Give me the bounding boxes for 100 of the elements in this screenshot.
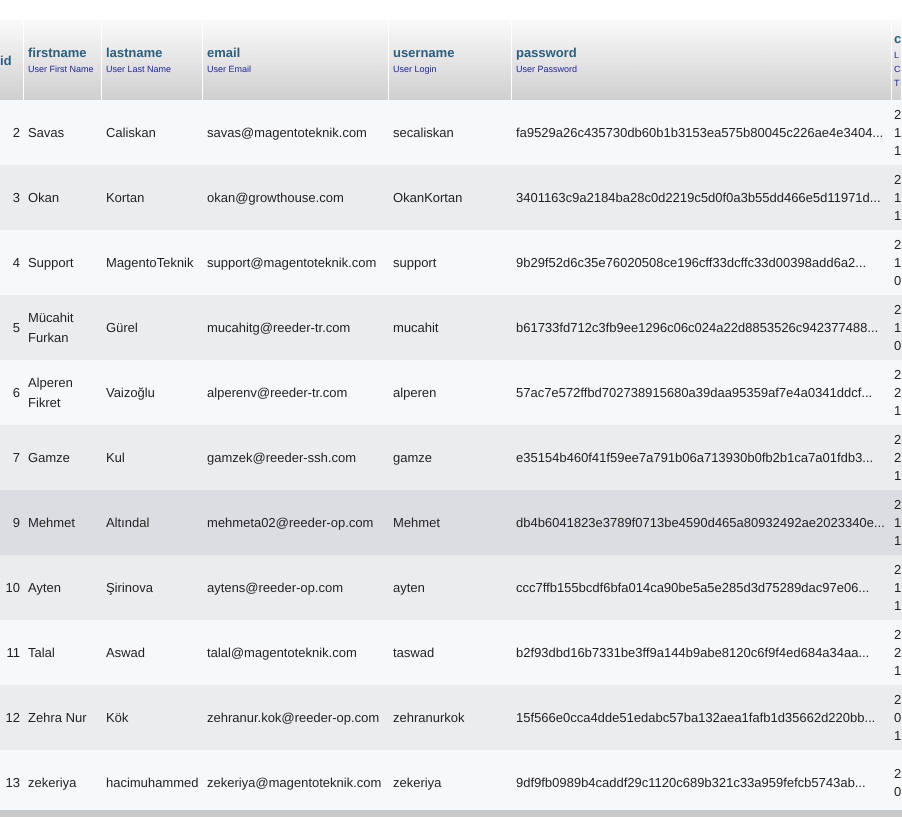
column-description: User Last Name bbox=[106, 62, 172, 76]
column-header[interactable]: id bbox=[0, 52, 19, 68]
table-cell-text: OkanKortan bbox=[393, 188, 462, 206]
table-cell-text: 3 bbox=[12, 188, 20, 206]
table-cell-text: MagentoTeknik bbox=[106, 254, 194, 272]
table-cell-text: b2f93dbd16b7331be3ff9a144b9abe8120c6f9f4ed684a34aa... bbox=[516, 644, 870, 662]
table-cell-text: Kortan bbox=[106, 188, 144, 206]
table-cell-text: okan@growthouse.com bbox=[207, 188, 344, 207]
table-cell-text: gamze bbox=[393, 448, 432, 467]
table-cell-text: 6 bbox=[12, 384, 20, 402]
table-cell-text: alperen bbox=[393, 384, 436, 402]
column-header[interactable]: firstname bbox=[28, 44, 97, 60]
table-cell-text: zehranur.kok@reeder-op.com bbox=[207, 708, 380, 727]
table-cell-text: aytens@reeder-op.com bbox=[207, 578, 344, 597]
table-cell-text: gamzek@reeder-ssh.com bbox=[207, 448, 356, 467]
table-cell: 2 0 1 bbox=[894, 690, 902, 744]
table-cell-text: secaliskan bbox=[393, 124, 454, 142]
column-header[interactable]: email bbox=[207, 44, 384, 60]
column-description: User Email bbox=[207, 62, 252, 76]
table-cell-text: 9 bbox=[12, 514, 20, 532]
column-header[interactable]: username bbox=[393, 44, 507, 60]
table-row[interactable]: 3 Okan Kortan okan@growthouse.com OkanKortan 3401163c9a2184ba28c0d2219c5d0f0a3b55dd466e5d11971d... 2 1 1 bbox=[0, 165, 902, 230]
table-cell-text: 5 bbox=[12, 318, 20, 336]
table-cell-text: db4b6041823e3789f0713be4590d465a80932492ae2023340e... bbox=[516, 514, 885, 532]
table-cell-text: 9b29f52d6c35e76020508ce196cff33dcffc33d00398add6a2... bbox=[516, 254, 866, 272]
table-cell-text: 10 bbox=[6, 578, 20, 596]
table-cell-text: 7 bbox=[12, 448, 20, 466]
table-cell: 2 1 1 bbox=[894, 560, 902, 614]
table-cell-text: 3401163c9a2184ba28c0d2219c5d0f0a3b55dd466e5d11971d... bbox=[516, 188, 881, 206]
table-cell-text: zehranurkok bbox=[393, 708, 465, 726]
column-description: User Login bbox=[393, 62, 438, 76]
table-cell-text: Aswad bbox=[106, 644, 146, 662]
table-cell-text: 57ac7e572ffbd702738915680a39daa95359af7e4a0341ddcf... bbox=[516, 384, 872, 402]
table-cell: 2 1 0 bbox=[894, 300, 902, 354]
table-cell-text: 13 bbox=[6, 774, 20, 792]
table-cell-text: Kök bbox=[106, 708, 128, 726]
table-cell-text: taswad bbox=[393, 644, 434, 662]
table-cell-text: 4 bbox=[12, 254, 20, 272]
table-cell-text: Ayten bbox=[28, 578, 62, 597]
table-cell-text: b61733fd712c3fb9ee1296c06c024a22d8853526c942377488... bbox=[516, 318, 878, 336]
table-cell-text: Okan bbox=[28, 188, 60, 206]
table-cell-text: support bbox=[393, 254, 436, 272]
table-row[interactable]: 9 Mehmet Altındal mehmeta02@reeder-op.com Mehmet db4b6041823e3789f0713be4590d465a80932492ae2023340e... 2 1 1 bbox=[0, 490, 902, 555]
table-cell-text: Talal bbox=[28, 644, 55, 662]
table-cell-text: Savas bbox=[28, 124, 64, 142]
table-cell-text: 11 bbox=[6, 644, 20, 662]
table-cell-text: zekeriya bbox=[393, 774, 442, 792]
table-cell-text: support@magentoteknik.com bbox=[207, 254, 376, 272]
table-cell-text: Şirinova bbox=[106, 578, 153, 597]
table-cell-text: Support bbox=[28, 254, 74, 272]
table-cell: 2 2 1 bbox=[894, 626, 902, 680]
table-row[interactable]: 2 Savas Caliskan savas@magentoteknik.com secaliskan fa9529a26c435730db60b1b3153ea575b80045c226ae4e3404... 2 1 1 bbox=[0, 100, 902, 165]
table-cell-text: Gürel bbox=[106, 318, 138, 336]
table-cell-text: Zehra Nur bbox=[28, 708, 87, 726]
table-cell-text: zekeriya bbox=[28, 774, 76, 792]
table-row[interactable]: 10 Ayten Şirinova aytens@reeder-op.com ayten ccc7ffb155bcdf6bfa014ca90be5a5e285d3d75289dac97e06... 2 1 1 bbox=[0, 555, 902, 620]
table-cell-text: ccc7ffb155bcdf6bfa014ca90be5a5e285d3d75289dac97e06... bbox=[516, 578, 870, 596]
table-cell-text: savas@magentoteknik.com bbox=[207, 124, 367, 142]
column-description: L C T bbox=[894, 48, 902, 90]
column-header[interactable]: password bbox=[516, 44, 887, 60]
column-description: User Password bbox=[516, 62, 578, 76]
table-cell: 2 2 1 bbox=[894, 366, 902, 420]
table-row[interactable]: 12 Zehra Nur Kök zehranur.kok@reeder-op.com zehranurkok 15f566e0cca4dde51edabc57ba132aea1fafb1d35662d220bb... 2 0 1 bbox=[0, 685, 902, 750]
table-cell-text: fa9529a26c435730db60b1b3153ea575b80045c226ae4e3404... bbox=[516, 124, 884, 142]
table-cell-text: 15f566e0cca4dde51edabc57ba132aea1fafb1d35662d220bb... bbox=[516, 708, 876, 726]
column-header[interactable]: lastname bbox=[106, 44, 198, 60]
table-cell-text: Alperen Fikret bbox=[28, 374, 74, 412]
table-cell-text: Gamze bbox=[28, 448, 70, 466]
table-cell-text: mucahit bbox=[393, 318, 439, 336]
table-cell-text: 2 bbox=[12, 124, 20, 142]
column-description: User First Name bbox=[28, 62, 95, 76]
table-cell: 2 2 1 bbox=[894, 430, 902, 484]
table-cell-text: e35154b460f41f59ee7a791b06a713930b0fb2b1ca7a01fdb3... bbox=[516, 448, 874, 466]
table-cell: 2 1 1 bbox=[894, 170, 902, 224]
table-cell-text: Mehmet bbox=[393, 514, 440, 532]
table-cell-text: 12 bbox=[6, 708, 20, 726]
table-cell-text: Mücahit Furkan bbox=[28, 308, 75, 346]
table-cell-text: 9df9fb0989b4caddf29c1120c689b321c33a959fefcb5743ab... bbox=[516, 774, 866, 792]
table-cell-text: mucahitg@reeder-tr.com bbox=[207, 318, 350, 337]
table-row[interactable]: 11 Talal Aswad talal@magentoteknik.com taswad b2f93dbd16b7331be3ff9a144b9abe8120c6f9f4ed684a34aa... 2 2 1 bbox=[0, 620, 902, 685]
table-row[interactable]: 4 Support MagentoTeknik support@magentoteknik.com support 9b29f52d6c35e76020508ce196cff33dcffc33d00398add6a2... 2 1 0 bbox=[0, 230, 902, 295]
table-cell-text: Kul bbox=[106, 448, 125, 466]
horizontal-scrollbar[interactable] bbox=[0, 810, 902, 817]
table-cell-text: ayten bbox=[393, 578, 425, 597]
table-cell-text: Vaizoğlu bbox=[106, 384, 155, 402]
table-cell-text: mehmeta02@reeder-op.com bbox=[207, 514, 374, 532]
table-cell-text: talal@magentoteknik.com bbox=[207, 644, 357, 662]
table-cell: 2 1 1 bbox=[894, 106, 902, 160]
table-cell-text: Caliskan bbox=[106, 124, 156, 142]
table-cell-text: zekeriya@magentoteknik.com bbox=[207, 774, 382, 792]
table-cell-text: alperenv@reeder-tr.com bbox=[207, 384, 348, 402]
table-row[interactable]: 13 zekeriya hacimuhammed zekeriya@magentoteknik.com zekeriya 9df9fb0989b4caddf29c1120c689b321c33a959fefcb5743ab... 2 0 bbox=[0, 750, 902, 810]
table-cell: 2 1 0 bbox=[894, 236, 902, 290]
table-cell-text: Altındal bbox=[106, 514, 150, 532]
table-cell-text: hacimuhammed bbox=[106, 774, 198, 792]
column-header[interactable]: c bbox=[894, 30, 902, 46]
table-cell: 2 1 1 bbox=[894, 496, 902, 550]
table-row[interactable]: 7 Gamze Kul gamzek@reeder-ssh.com gamze e35154b460f41f59ee7a791b06a713930b0fb2b1ca7a01fdb3... 2 2 1 bbox=[0, 425, 902, 490]
table-cell-text: Mehmet bbox=[28, 514, 75, 532]
table-cell: 2 0 bbox=[894, 764, 902, 800]
